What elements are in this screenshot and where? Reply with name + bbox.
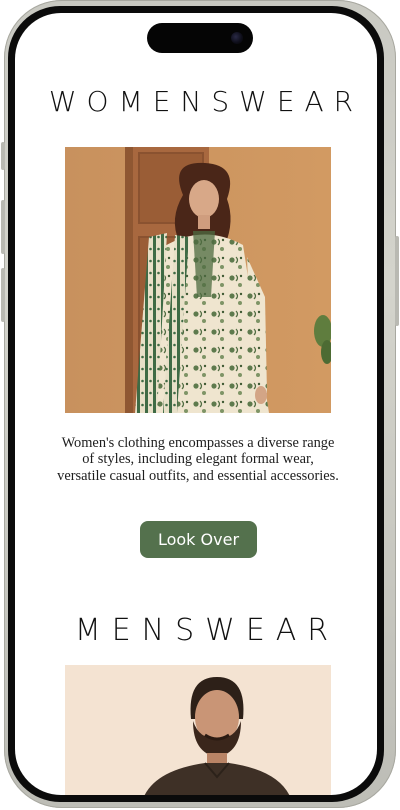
volume-up-button bbox=[1, 200, 5, 254]
volume-down-button bbox=[1, 268, 5, 322]
look-over-button[interactable]: Look Over bbox=[140, 521, 257, 558]
womenswear-description: Women's clothing encompasses a diverse r… bbox=[57, 435, 339, 484]
dynamic-island bbox=[147, 23, 253, 53]
power-button bbox=[395, 236, 399, 326]
menswear-title: MENSWEAR bbox=[74, 613, 340, 648]
womenswear-title: WOMENSWEAR bbox=[48, 85, 364, 118]
action-button bbox=[1, 142, 5, 170]
womenswear-image[interactable] bbox=[65, 147, 331, 413]
screen: WOMENSWEAR Women's clothing encompasses … bbox=[15, 13, 377, 795]
front-camera-icon bbox=[231, 32, 243, 44]
menswear-image[interactable] bbox=[65, 665, 331, 795]
